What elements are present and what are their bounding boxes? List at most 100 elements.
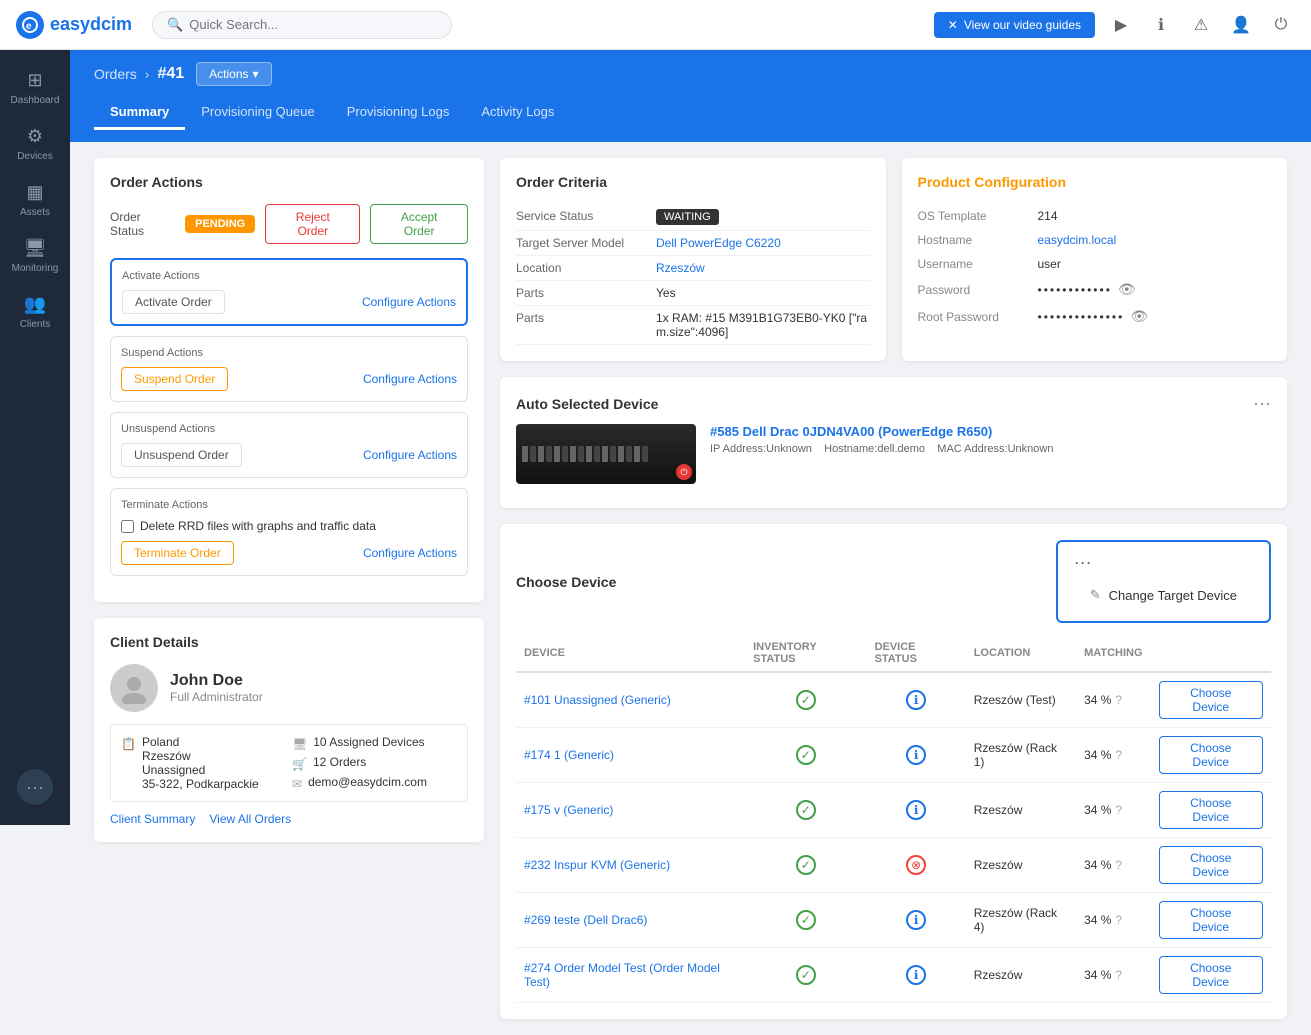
tab-provisioning-logs[interactable]: Provisioning Logs [331, 96, 466, 130]
activate-order-button[interactable]: Activate Order [122, 290, 225, 314]
sidebar-item-clients[interactable]: 👥 Clients [0, 284, 70, 340]
choose-device-button[interactable]: Choose Device [1159, 846, 1263, 884]
suspend-actions-section: Suspend Actions Suspend Order Configure … [110, 336, 468, 402]
reject-order-button[interactable]: Reject Order [265, 204, 360, 244]
inventory-status-cell: ✓ [745, 838, 866, 893]
actions-dropdown-button[interactable]: Actions ▾ [196, 62, 271, 86]
help-icon[interactable]: ? [1115, 803, 1122, 817]
power-icon[interactable]: ⏻ [1267, 11, 1295, 39]
info-icon[interactable]: ℹ [1147, 11, 1175, 39]
choose-device-button[interactable]: Choose Device [1159, 681, 1263, 719]
client-header: John Doe Full Administrator [110, 664, 468, 712]
inventory-status-cell: ✓ [745, 893, 866, 948]
logo-text: easydcim [50, 14, 132, 35]
terminate-configure-link[interactable]: Configure Actions [363, 546, 457, 560]
tab-activity-logs[interactable]: Activity Logs [465, 96, 570, 130]
breadcrumb-parent[interactable]: Orders [94, 66, 137, 82]
page-header: Orders › #41 Actions ▾ Summary Provision… [70, 50, 1311, 142]
device-link[interactable]: #175 v (Generic) [524, 803, 613, 817]
order-info-row: Order Criteria Service Status WAITING Ta… [500, 158, 1287, 361]
help-icon[interactable]: ? [1115, 858, 1122, 872]
device-slot [578, 446, 584, 462]
location-cell: Rzeszów [966, 948, 1076, 1003]
order-actions-title: Order Actions [110, 174, 468, 190]
device-slot [634, 446, 640, 462]
change-target-device-item[interactable]: ✎ Change Target Device [1074, 579, 1253, 611]
view-all-orders-link[interactable]: View All Orders [209, 812, 291, 826]
device-name-link[interactable]: #585 Dell Drac 0JDN4VA00 (PowerEdge R650… [710, 424, 1053, 439]
sidebar-item-devices[interactable]: ⚙ Devices [0, 116, 70, 172]
device-link[interactable]: #269 teste (Dell Drac6) [524, 913, 647, 927]
edit-icon: ✎ [1090, 587, 1101, 603]
help-icon[interactable]: ? [1115, 913, 1122, 927]
search-bar[interactable]: 🔍 [152, 11, 452, 39]
choose-device-button[interactable]: Choose Device [1159, 791, 1263, 829]
help-icon[interactable]: ? [1115, 748, 1122, 762]
alert-icon[interactable]: ⚠ [1187, 11, 1215, 39]
suspend-configure-link[interactable]: Configure Actions [363, 372, 457, 386]
search-input[interactable] [189, 17, 437, 32]
device-status-icon: ℹ [906, 800, 926, 820]
device-link[interactable]: #101 Unassigned (Generic) [524, 693, 671, 707]
unsuspend-order-button[interactable]: Unsuspend Order [121, 443, 242, 467]
terminate-checkbox-label: Delete RRD files with graphs and traffic… [140, 519, 376, 533]
matching-cell: 34 % ? [1076, 672, 1150, 728]
action-cell: Choose Device [1151, 672, 1271, 728]
sidebar-item-label: Clients [20, 319, 51, 330]
device-slot [562, 446, 568, 462]
device-image: ⏻ [516, 424, 696, 484]
choose-device-button[interactable]: Choose Device [1159, 736, 1263, 774]
client-summary-link[interactable]: Client Summary [110, 812, 195, 826]
sidebar-item-label: Assets [20, 207, 50, 218]
client-details-card: Client Details John Doe Full Administrat… [94, 618, 484, 842]
device-slot [610, 446, 616, 462]
device-link[interactable]: #274 Order Model Test (Order Model Test) [524, 961, 720, 989]
right-column: Order Criteria Service Status WAITING Ta… [500, 158, 1287, 1019]
unsuspend-configure-link[interactable]: Configure Actions [363, 448, 457, 462]
device-link[interactable]: #174 1 (Generic) [524, 748, 614, 762]
activate-actions-section: Activate Actions Activate Order Configur… [110, 258, 468, 326]
activate-configure-link[interactable]: Configure Actions [362, 295, 456, 309]
action-cell: Choose Device [1151, 783, 1271, 838]
sidebar-item-assets[interactable]: ▦ Assets [0, 172, 70, 228]
app-logo: e easydcim [16, 11, 132, 39]
auto-selected-device-card: Auto Selected Device ··· [500, 377, 1287, 508]
device-options-icon[interactable]: ··· [1253, 393, 1271, 414]
terminate-checkbox[interactable] [121, 520, 134, 533]
device-link[interactable]: #232 Inspur KVM (Generic) [524, 858, 670, 872]
device-name-cell: #232 Inspur KVM (Generic) [516, 838, 745, 893]
terminate-order-button[interactable]: Terminate Order [121, 541, 234, 565]
col-inventory-status: INVENTORY STATUS [745, 635, 866, 672]
suspend-order-button[interactable]: Suspend Order [121, 367, 228, 391]
choose-device-button[interactable]: Choose Device [1159, 956, 1263, 994]
help-icon[interactable]: ? [1115, 968, 1122, 982]
play-icon[interactable]: ▶ [1107, 11, 1135, 39]
device-status-cell: ℹ [867, 728, 966, 783]
client-city: Rzeszów [142, 749, 259, 763]
matching-cell: 34 % ? [1076, 838, 1150, 893]
help-icon[interactable]: ? [1115, 693, 1122, 707]
matching-value: 34 % ? [1084, 968, 1142, 982]
client-links: Client Summary View All Orders [110, 812, 468, 826]
password-eye-icon[interactable]: 👁 [1118, 281, 1136, 298]
video-guides-button[interactable]: ✕ View our video guides [934, 12, 1095, 38]
config-row-1: Hostname easydcim.local [918, 228, 1272, 252]
inventory-status-cell: ✓ [745, 728, 866, 783]
sidebar-item-dashboard[interactable]: ⊞ Dashboard [0, 60, 70, 116]
main-content: Orders › #41 Actions ▾ Summary Provision… [70, 50, 1311, 1035]
user-icon[interactable]: 👤 [1227, 11, 1255, 39]
sidebar-more-button[interactable]: ··· [17, 769, 53, 805]
client-orders: 🛒 12 Orders [292, 755, 457, 771]
choose-device-button[interactable]: Choose Device [1159, 901, 1263, 939]
sidebar-item-monitoring[interactable]: 🖥 Monitoring [0, 228, 70, 284]
device-slot [618, 446, 624, 462]
choose-device-menu-button[interactable]: ··· [1074, 552, 1092, 573]
terminate-checkbox-row: Delete RRD files with graphs and traffic… [121, 519, 457, 533]
device-slots [516, 442, 654, 466]
table-row: #175 v (Generic) ✓ ℹ Rzeszów 34 % ? Choo… [516, 783, 1271, 838]
tab-summary[interactable]: Summary [94, 96, 185, 130]
location-cell: Rzeszów [966, 838, 1076, 893]
accept-order-button[interactable]: Accept Order [370, 204, 468, 244]
root-password-eye-icon[interactable]: 👁 [1130, 308, 1148, 325]
tab-provisioning-queue[interactable]: Provisioning Queue [185, 96, 330, 130]
